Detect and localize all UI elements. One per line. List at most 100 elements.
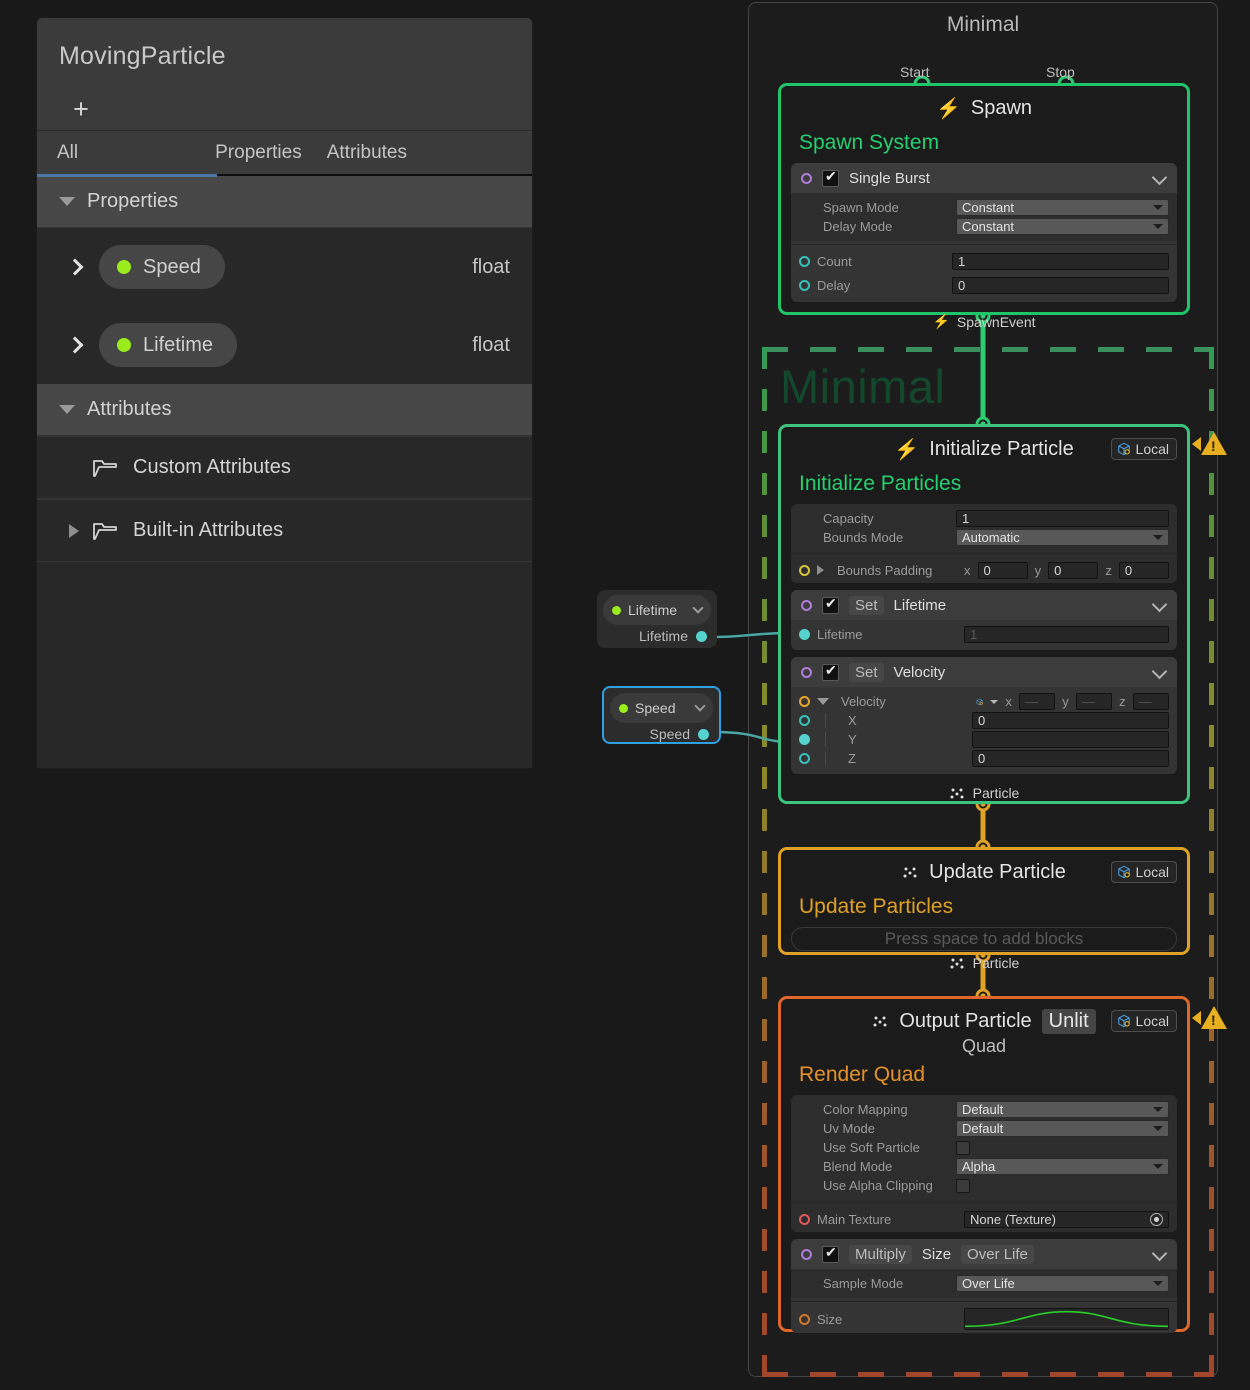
chevron-down-icon[interactable] <box>817 698 829 705</box>
property-pill[interactable]: Speed <box>99 245 225 289</box>
block-activation-port[interactable] <box>801 599 812 611</box>
update-output-port[interactable]: Particle <box>781 951 1187 974</box>
input-port[interactable] <box>799 280 810 291</box>
size-curve-row[interactable]: Size <box>791 1305 1177 1333</box>
output-warning-badge[interactable]: ! <box>1192 1006 1227 1029</box>
input-port[interactable] <box>799 256 810 267</box>
spawn-stop-port-label[interactable]: Stop <box>1046 64 1075 80</box>
use-alpha-clipping-checkbox[interactable] <box>956 1178 970 1193</box>
setting-row-spawn-mode[interactable]: Spawn Mode Constant <box>791 198 1177 217</box>
tab-all[interactable]: All <box>36 130 219 177</box>
main-texture-field[interactable]: None (Texture) <box>964 1210 1169 1228</box>
setting-row-bounds-mode[interactable]: Bounds Mode Automatic <box>791 528 1177 547</box>
node-update-particle[interactable]: Update Particle Local Update Particles P… <box>778 847 1190 971</box>
section-header-attributes[interactable]: Attributes <box>37 384 532 436</box>
shader-variant-chip[interactable]: Unlit <box>1041 1008 1096 1034</box>
input-row-velocity-x[interactable]: X 0 <box>791 711 1177 730</box>
input-row-velocity-z[interactable]: Z 0 <box>791 749 1177 768</box>
setting-row-color-mapping[interactable]: Color Mapping Default <box>791 1100 1177 1119</box>
property-node-header[interactable]: Speed <box>610 693 713 723</box>
block-enable-checkbox[interactable] <box>822 595 839 614</box>
block-activation-port[interactable] <box>801 1248 812 1260</box>
attribute-row-custom[interactable]: Custom Attributes <box>37 436 532 499</box>
blend-mode-dropdown[interactable]: Alpha <box>956 1158 1169 1175</box>
object-picker-icon[interactable] <box>1150 1212 1163 1226</box>
property-node-output[interactable]: Lifetime <box>597 625 717 644</box>
velocity-x-field[interactable]: 0 <box>972 712 1169 729</box>
block-activation-port[interactable] <box>801 172 812 184</box>
property-node-speed[interactable]: Speed Speed <box>602 686 721 744</box>
color-mapping-dropdown[interactable]: Default <box>956 1101 1169 1118</box>
input-row-lifetime[interactable]: Lifetime 1 <box>791 625 1177 644</box>
property-node-lifetime[interactable]: Lifetime Lifetime <box>597 590 717 648</box>
output-port[interactable] <box>696 630 707 642</box>
block-multiply-size-over-life[interactable]: Multiply Size Over Life Sample Mode Over… <box>791 1239 1177 1333</box>
bounds-padding-x[interactable]: 0 <box>977 561 1028 579</box>
capacity-field[interactable]: 1 <box>956 510 1169 527</box>
block-single-burst[interactable]: Single Burst Spawn Mode Constant Delay M… <box>791 163 1177 302</box>
input-port[interactable] <box>799 753 810 764</box>
spawn-start-port-label[interactable]: Start <box>900 64 930 80</box>
property-pill[interactable]: Lifetime <box>99 323 238 367</box>
tab-properties[interactable]: Properties <box>215 130 302 175</box>
block-activation-port[interactable] <box>801 666 812 678</box>
space-badge-local[interactable]: Local <box>1110 861 1177 883</box>
space-badge-local[interactable]: Local <box>1110 438 1177 460</box>
bounds-padding-z[interactable]: 0 <box>1118 561 1170 579</box>
add-property-button[interactable]: + <box>67 96 95 126</box>
use-soft-particle-checkbox[interactable] <box>956 1140 970 1155</box>
property-node-output[interactable]: Speed <box>604 723 719 742</box>
delay-field[interactable]: 0 <box>952 277 1169 294</box>
setting-row-sample-mode[interactable]: Sample Mode Over Life <box>791 1274 1177 1293</box>
block-set-lifetime[interactable]: Set Lifetime Lifetime 1 <box>791 590 1177 650</box>
node-output-particle-unlit-quad[interactable]: Output Particle Unlit Local Quad Render … <box>778 996 1190 1333</box>
lifetime-field[interactable]: 1 <box>964 626 1169 643</box>
space-badge-local[interactable]: Local <box>1110 1010 1177 1032</box>
output-port[interactable] <box>698 728 709 740</box>
property-node-header[interactable]: Lifetime <box>603 595 711 625</box>
update-blocks-placeholder[interactable]: Press space to add blocks <box>791 927 1177 951</box>
input-port[interactable] <box>799 564 810 576</box>
block-header[interactable]: Multiply Size Over Life <box>791 1239 1177 1269</box>
input-port[interactable] <box>799 715 810 726</box>
block-enable-checkbox[interactable] <box>822 662 839 681</box>
space-cube-icon[interactable] <box>976 695 983 709</box>
velocity-y-field[interactable] <box>972 731 1169 748</box>
input-port[interactable] <box>799 1313 810 1325</box>
bounds-mode-dropdown[interactable]: Automatic <box>956 529 1169 546</box>
bounds-padding-row[interactable]: Bounds Padding x 0 y 0 z 0 <box>791 557 1177 583</box>
chevron-down-icon[interactable] <box>694 700 706 712</box>
node-spawn[interactable]: ⚡ Spawn Spawn System Single Burst Spawn … <box>778 83 1190 330</box>
block-enable-checkbox[interactable] <box>822 1244 839 1263</box>
block-enable-checkbox[interactable] <box>822 168 839 187</box>
initialize-warning-badge[interactable]: ! <box>1192 432 1227 455</box>
tab-attributes[interactable]: Attributes <box>327 130 407 175</box>
chevron-right-icon[interactable] <box>66 336 84 354</box>
input-row-velocity-y[interactable]: Y <box>791 730 1177 749</box>
bounds-padding-y[interactable]: 0 <box>1048 561 1099 579</box>
chevron-down-icon[interactable] <box>1151 663 1168 680</box>
input-row-delay[interactable]: Delay 0 <box>791 276 1177 295</box>
spawn-mode-dropdown[interactable]: Constant <box>956 199 1169 216</box>
input-row-count[interactable]: Count 1 <box>791 252 1177 271</box>
property-row-lifetime[interactable]: Lifetime float <box>37 306 532 384</box>
chevron-down-icon[interactable] <box>1151 169 1168 186</box>
velocity-z-field[interactable]: 0 <box>972 750 1169 767</box>
delay-mode-dropdown[interactable]: Constant <box>956 218 1169 235</box>
input-port[interactable] <box>799 1213 810 1225</box>
input-port-connected[interactable] <box>799 629 810 640</box>
sample-mode-dropdown[interactable]: Over Life <box>956 1275 1169 1292</box>
block-header[interactable]: Single Burst <box>791 163 1177 193</box>
property-row-speed[interactable]: Speed float <box>37 228 532 306</box>
block-header[interactable]: Set Lifetime <box>791 590 1177 620</box>
node-initialize-particle[interactable]: ⚡ Initialize Particle Local Initialize P… <box>778 424 1190 804</box>
setting-row-use-soft-particle[interactable]: Use Soft Particle <box>791 1138 1177 1157</box>
count-field[interactable]: 1 <box>952 253 1169 270</box>
section-header-properties[interactable]: Properties <box>37 176 532 228</box>
setting-row-use-alpha-clipping[interactable]: Use Alpha Clipping <box>791 1176 1177 1195</box>
block-set-velocity[interactable]: Set Velocity Velocity x — <box>791 657 1177 774</box>
chevron-down-icon[interactable] <box>1151 1245 1168 1262</box>
input-port[interactable] <box>799 696 810 707</box>
chevron-down-icon[interactable] <box>692 602 704 614</box>
chevron-right-icon[interactable] <box>66 258 84 276</box>
